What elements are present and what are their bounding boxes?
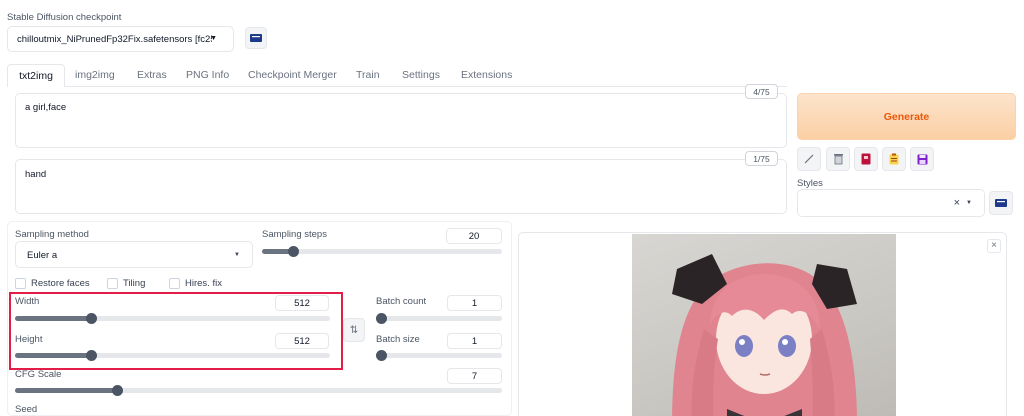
batch-count-input[interactable]: 1 [447, 295, 502, 311]
card-icon [995, 199, 1007, 207]
swap-dimensions-button[interactable]: ⇅ [343, 318, 365, 342]
sampling-steps-input[interactable]: 20 [446, 228, 502, 244]
generated-image[interactable] [632, 234, 896, 416]
red-book-icon [861, 153, 871, 165]
sampling-method-label: Sampling method [15, 229, 89, 240]
prompt-textarea[interactable]: a girl,face [15, 93, 787, 148]
apply-style-button[interactable] [882, 147, 906, 171]
extra-networks-button[interactable] [854, 147, 878, 171]
chevron-down-icon: ▼ [210, 35, 217, 42]
cfg-scale-input[interactable]: 7 [447, 368, 502, 384]
swap-icon: ⇅ [349, 324, 359, 336]
width-height-highlight [9, 292, 343, 370]
hires-fix-checkbox[interactable] [169, 278, 180, 289]
tab-extensions[interactable]: Extensions [461, 69, 512, 81]
styles-dropdown[interactable]: × ▼ [797, 189, 985, 217]
tab-checkpoint-merger[interactable]: Checkpoint Merger [248, 69, 337, 81]
trash-icon [833, 154, 843, 165]
checkpoint-value: chilloutmix_NiPrunedFp32Fix.safetensors … [17, 34, 212, 45]
negative-token-counter: 1/75 [745, 151, 778, 166]
batch-size-slider[interactable] [376, 350, 502, 361]
styles-label: Styles [797, 178, 823, 189]
tab-bar-line [65, 86, 787, 87]
generate-label: Generate [883, 110, 930, 123]
read-params-button[interactable] [797, 147, 821, 171]
tiling-checkbox[interactable] [107, 278, 118, 289]
checkpoint-label: Stable Diffusion checkpoint [7, 12, 122, 23]
tab-settings[interactable]: Settings [402, 69, 440, 81]
sampling-method-dropdown[interactable]: Euler a ▼ [15, 241, 253, 268]
refresh-styles-button[interactable] [989, 191, 1013, 215]
prompt-text: a girl,face [25, 102, 67, 113]
card-icon [250, 34, 262, 42]
chevron-down-icon: ▼ [234, 252, 240, 258]
negative-prompt-text: hand [25, 169, 47, 180]
clear-prompt-button[interactable] [826, 147, 850, 171]
tab-extras[interactable]: Extras [137, 69, 167, 81]
seed-label: Seed [15, 404, 38, 415]
cfg-scale-label: CFG Scale [15, 369, 62, 380]
close-icon: × [991, 240, 997, 251]
checkpoint-dropdown[interactable]: chilloutmix_NiPrunedFp32Fix.safetensors … [7, 26, 234, 52]
generate-button[interactable]: Generate [797, 93, 1016, 140]
save-style-button[interactable] [910, 147, 934, 171]
check-icon [804, 154, 814, 164]
sampling-method-value: Euler a [27, 250, 58, 261]
anime-girl-illustration [672, 254, 857, 416]
clipboard-icon [889, 153, 899, 165]
hires-fix-label: Hires. fix [185, 278, 222, 289]
slider-thumb[interactable] [376, 350, 387, 361]
batch-count-label: Batch count [376, 296, 427, 307]
refresh-checkpoint-button[interactable] [245, 27, 267, 49]
slider-fill [15, 388, 117, 393]
tab-png-info[interactable]: PNG Info [186, 69, 229, 81]
restore-faces-label: Restore faces [31, 278, 90, 289]
sampling-steps-slider[interactable] [262, 246, 502, 257]
tiling-label: Tiling [123, 278, 146, 289]
batch-count-slider[interactable] [376, 313, 502, 324]
tab-txt2img[interactable]: txt2img [7, 64, 65, 87]
chevron-down-icon: ▼ [966, 200, 972, 206]
slider-thumb[interactable] [376, 313, 387, 324]
styles-clear-icon[interactable]: × [954, 197, 960, 209]
tab-img2img[interactable]: img2img [75, 69, 115, 81]
output-gallery [518, 232, 1007, 416]
prompt-token-counter: 4/75 [745, 84, 778, 99]
slider-thumb[interactable] [288, 246, 299, 257]
save-icon [917, 154, 927, 164]
batch-size-input[interactable]: 1 [447, 333, 502, 349]
tab-train[interactable]: Train [356, 69, 380, 81]
sampling-steps-label: Sampling steps [262, 229, 327, 240]
close-image-button[interactable]: × [987, 239, 1001, 253]
restore-faces-checkbox[interactable] [15, 278, 26, 289]
negative-prompt-textarea[interactable]: hand [15, 159, 787, 214]
cfg-scale-slider[interactable] [15, 385, 502, 396]
slider-thumb[interactable] [112, 385, 123, 396]
batch-size-label: Batch size [376, 334, 420, 345]
